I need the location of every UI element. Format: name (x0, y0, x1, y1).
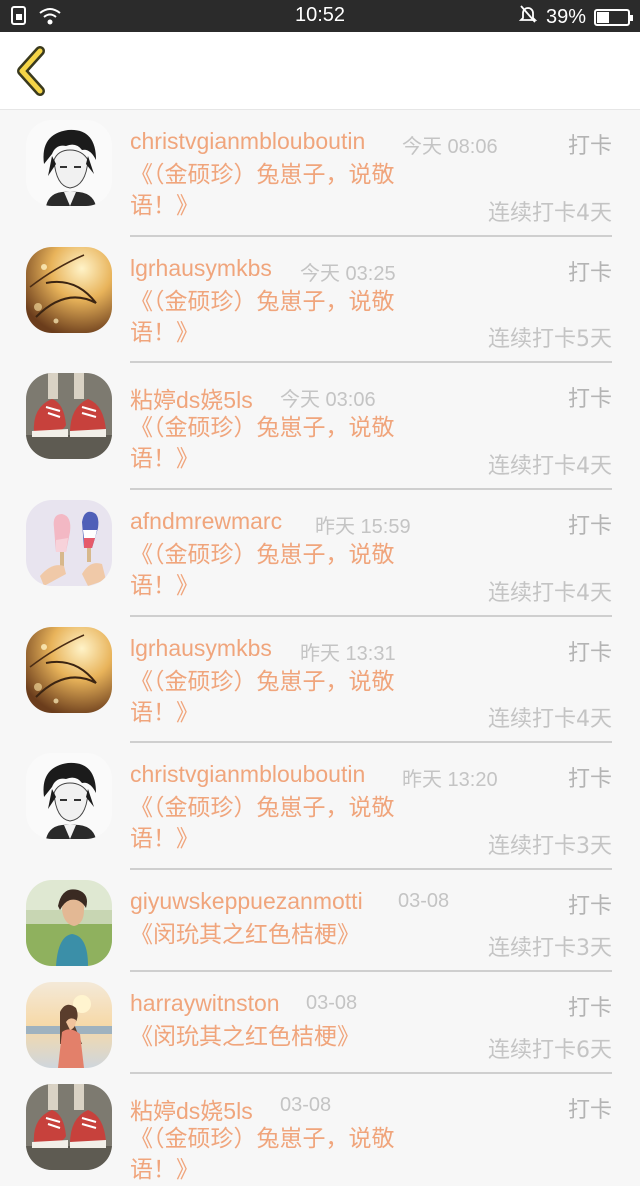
timestamp: 今天 03:25 (300, 263, 396, 285)
post-title-line: 语！》 (130, 700, 199, 726)
username[interactable]: giyuwskeppuezanmotti (130, 888, 363, 915)
post-title[interactable]: 《（金硕珍）兔崽子，说敬 语！》 (130, 287, 440, 349)
timestamp: 03-08 (280, 1094, 332, 1116)
timestamp: 03-08 (306, 992, 358, 1014)
status-bar: 10:52 39% (0, 0, 640, 32)
streak-count: 连续打卡4天 (488, 201, 612, 226)
checkin-item[interactable]: lgrhausymkbs 昨天 13:31 打卡 《（金硕珍）兔崽子，说敬 语！》 连续打… (0, 617, 640, 743)
checkin-button[interactable]: 打卡 (568, 1092, 612, 1124)
post-title-line: 《（金硕珍）兔崽子，说敬 (130, 542, 395, 568)
timestamp: 今天 03:06 (280, 389, 376, 411)
checkin-button[interactable]: 打卡 (568, 255, 612, 287)
streak-count: 连续打卡4天 (488, 581, 612, 606)
post-title[interactable]: 《（金硕珍）兔崽子，说敬 语！》 (130, 1124, 440, 1186)
username[interactable]: lgrhausymkbs (130, 255, 272, 282)
post-title-line: 《（金硕珍）兔崽子，说敬 (130, 289, 395, 315)
streak-count: 连续打卡5天 (488, 327, 612, 352)
post-title-line: 《（金硕珍）兔崽子，说敬 (130, 669, 395, 695)
battery-fill (597, 11, 609, 23)
post-title-line: 语！》 (130, 446, 199, 472)
username[interactable]: harraywitnston (130, 990, 280, 1017)
post-title[interactable]: 《（金硕珍）兔崽子，说敬 语！》 (130, 667, 440, 729)
post-title-line: 语！》 (130, 1157, 199, 1183)
post-title-line: 《闵玧其之红色桔梗》 (130, 922, 360, 948)
avatar[interactable] (26, 627, 112, 713)
post-title-line: 《（金硕珍）兔崽子，说敬 (130, 795, 395, 821)
streak-count: 连续打卡4天 (488, 707, 612, 732)
streak-count: 连续打卡4天 (488, 454, 612, 479)
post-title[interactable]: 《闵玧其之红色桔梗》 (130, 920, 440, 951)
username[interactable]: 粘婷ds娆5ls (130, 1092, 253, 1126)
timestamp: 昨天 13:20 (402, 769, 498, 791)
post-title-line: 语！》 (130, 320, 199, 346)
battery-icon (594, 8, 633, 26)
streak-count: 连续打卡3天 (488, 936, 612, 961)
checkin-button[interactable]: 打卡 (568, 128, 612, 160)
username[interactable]: christvgianmblouboutin (130, 128, 365, 155)
avatar[interactable] (26, 1084, 112, 1170)
checkin-list: christvgianmblouboutin 今天 08:06 打卡 《（金硕珍）兔崽… (0, 110, 640, 1183)
post-title-line: 语！》 (130, 193, 199, 219)
timestamp: 昨天 13:31 (300, 643, 396, 665)
chevron-left-icon (17, 46, 45, 96)
silent-bell-icon (518, 4, 538, 30)
username[interactable]: lgrhausymkbs (130, 635, 272, 662)
avatar[interactable] (26, 982, 112, 1068)
post-title[interactable]: 《（金硕珍）兔崽子，说敬 语！》 (130, 540, 440, 602)
checkin-item[interactable]: christvgianmblouboutin 今天 08:06 打卡《（金硕珍）兔崽… (0, 110, 640, 237)
post-title[interactable]: 《（金硕珍）兔崽子，说敬 语！》 (130, 793, 440, 855)
post-title-line: 语！》 (130, 573, 199, 599)
post-title-line: 语！》 (130, 826, 199, 852)
post-title[interactable]: 《（金硕珍）兔崽子，说敬 语！》 (130, 413, 440, 475)
post-title[interactable]: 《闵玧其之红色桔梗》 (130, 1022, 440, 1053)
timestamp: 今天 08:06 (402, 136, 498, 158)
nav-bar (0, 32, 640, 110)
battery-percent: 39% (545, 5, 586, 28)
post-title-line: 《（金硕珍）兔崽子，说敬 (130, 1126, 395, 1152)
checkin-item[interactable]: 粘婷ds娆5ls 03-08 打卡《（金硕珍）兔崽子，说敬 语！》 (0, 1074, 640, 1183)
username[interactable]: christvgianmblouboutin (130, 761, 365, 788)
post-title[interactable]: 《（金硕珍）兔崽子，说敬 语！》 (130, 160, 440, 222)
timestamp: 昨天 15:59 (315, 516, 411, 538)
checkin-item[interactable]: harraywitnston 03-08 打卡《闵玧其之红色桔梗》连续打卡6天 (0, 972, 640, 1074)
checkin-button[interactable]: 打卡 (568, 508, 612, 540)
checkin-item[interactable]: christvgianmblouboutin 昨天 13:20 打卡《（金硕珍）兔崽… (0, 743, 640, 870)
checkin-item[interactable]: giyuwskeppuezanmotti 03-08 打卡《闵玧其之红色桔梗》连续打… (0, 870, 640, 972)
post-title-line: 《（金硕珍）兔崽子，说敬 (130, 162, 395, 188)
checkin-item[interactable]: lgrhausymkbs 今天 03:25 打卡 《（金硕珍）兔崽子，说敬 语！》 连续打… (0, 237, 640, 363)
checkin-button[interactable]: 打卡 (568, 381, 612, 413)
avatar[interactable] (26, 373, 112, 459)
post-title-line: 《（金硕珍）兔崽子，说敬 (130, 415, 395, 441)
username[interactable]: afndmrewmarc (130, 508, 282, 535)
username[interactable]: 粘婷ds娆5ls (130, 381, 253, 415)
checkin-item[interactable]: afndmrewmarc 昨天 15:59 打卡 《（金硕珍）兔崽子，说敬 语！》 连续打… (0, 490, 640, 617)
avatar[interactable] (26, 247, 112, 333)
avatar[interactable] (26, 753, 112, 839)
checkin-button[interactable]: 打卡 (568, 635, 612, 667)
back-button[interactable] (12, 46, 62, 96)
avatar[interactable] (26, 880, 112, 966)
checkin-button[interactable]: 打卡 (568, 888, 612, 920)
timestamp: 03-08 (398, 890, 450, 912)
checkin-button[interactable]: 打卡 (568, 990, 612, 1022)
streak-count: 连续打卡6天 (488, 1038, 612, 1063)
avatar[interactable] (26, 500, 112, 586)
checkin-button[interactable]: 打卡 (568, 761, 612, 793)
post-title-line: 《闵玧其之红色桔梗》 (130, 1024, 360, 1050)
avatar[interactable] (26, 120, 112, 206)
checkin-item[interactable]: 粘婷ds娆5ls 今天 03:06 打卡 《（金硕珍）兔崽子，说敬 语！》 连续打卡4天 (0, 363, 640, 490)
streak-count: 连续打卡3天 (488, 834, 612, 859)
